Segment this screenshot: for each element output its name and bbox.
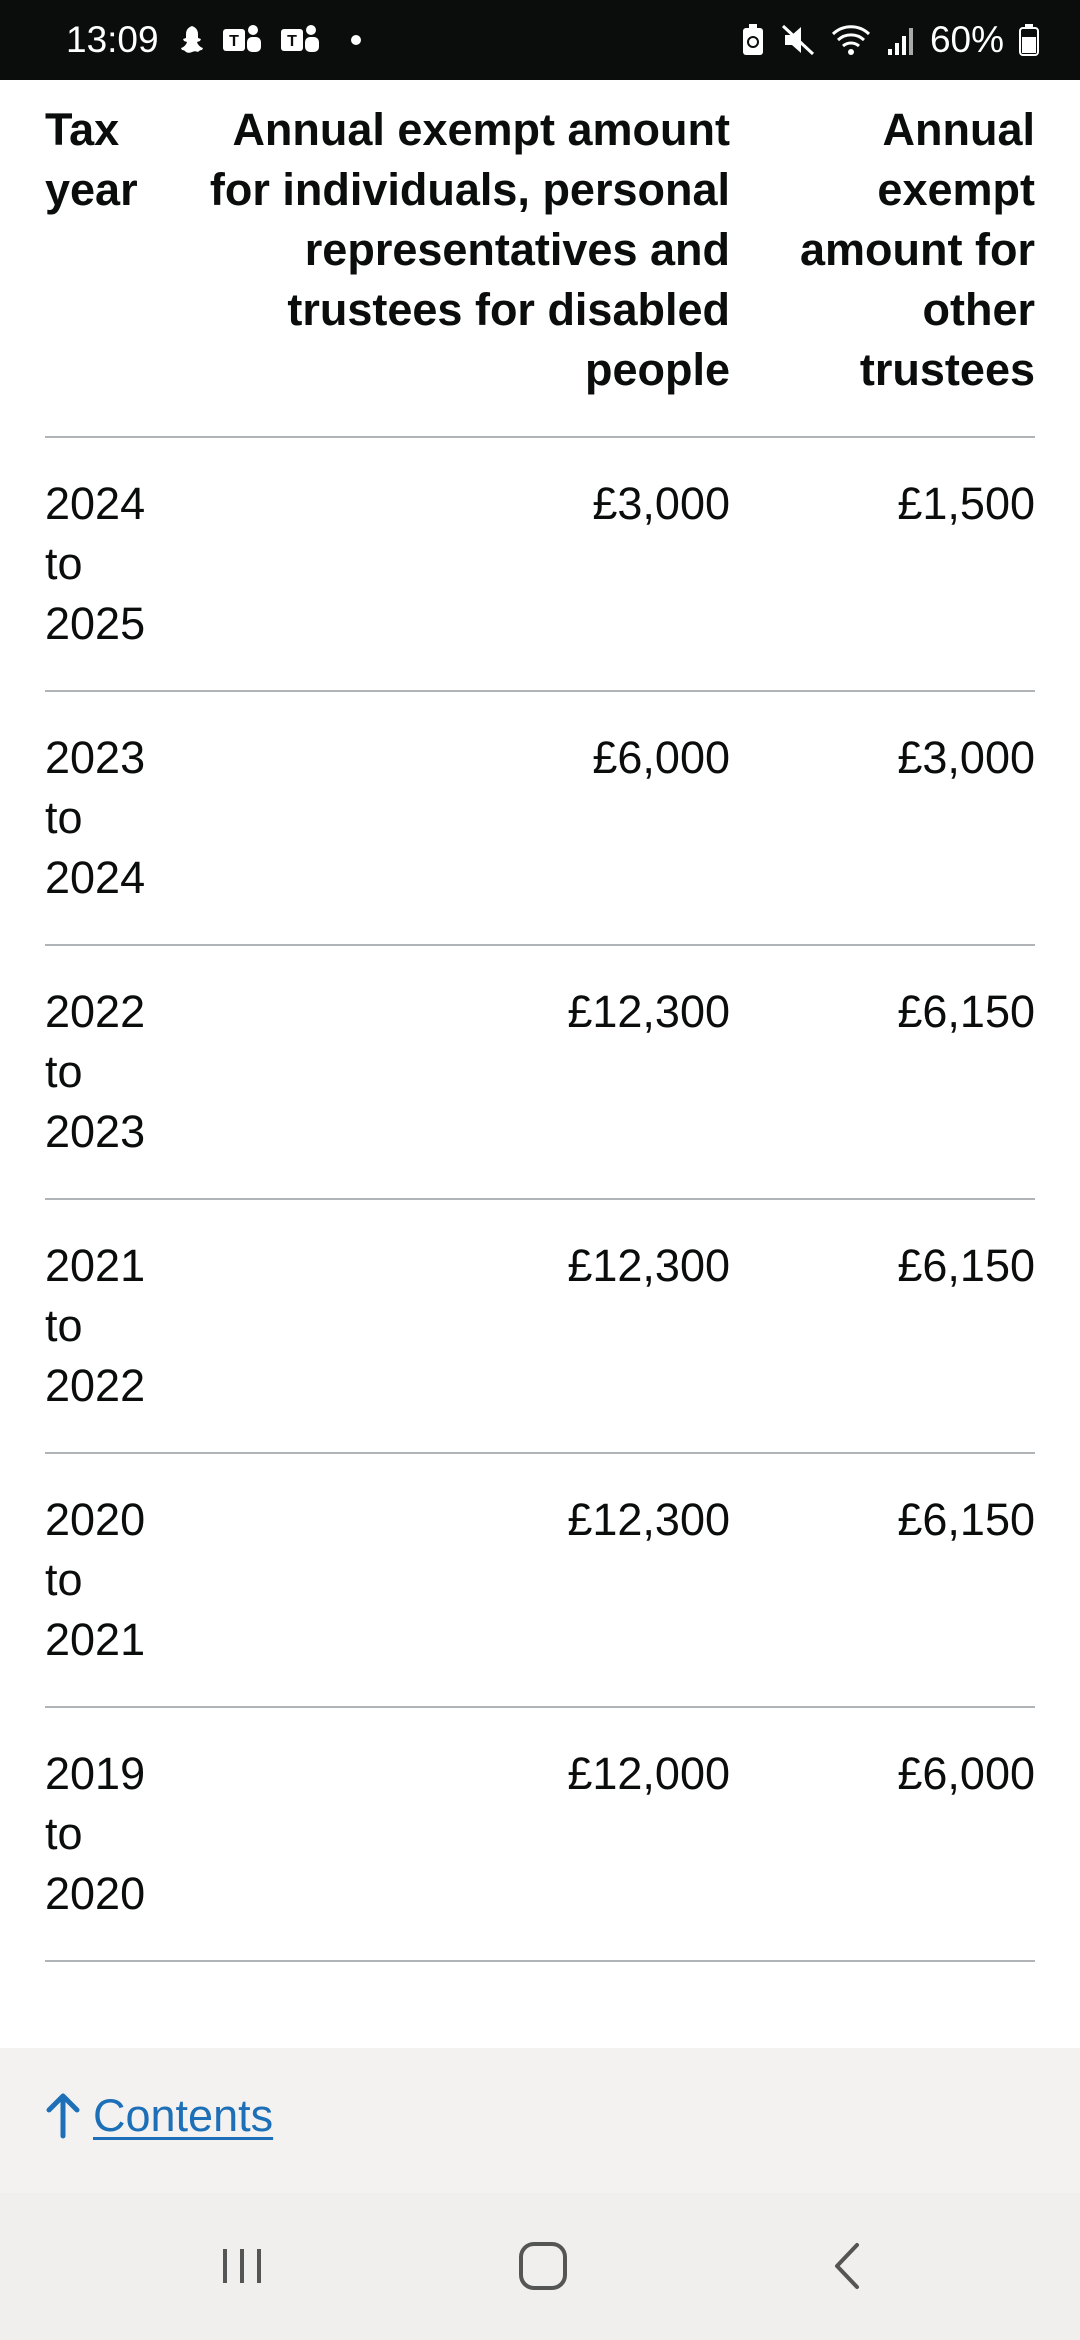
- cell-individuals: £12,300: [195, 1199, 730, 1454]
- signal-icon: [886, 23, 916, 57]
- status-bar: 13:09 T T 60%: [0, 0, 1080, 80]
- cell-individuals: £6,000: [195, 691, 730, 946]
- status-time: 13:09: [66, 19, 159, 60]
- contents-link-label: Contents: [93, 2090, 274, 2141]
- cell-individuals: £12,000: [195, 1707, 730, 1962]
- cell-other-trustees: £1,500: [730, 437, 1035, 692]
- cell-tax-year: 2020 to 2021: [45, 1453, 195, 1708]
- notification-dot: [350, 35, 361, 45]
- battery-icon: [1018, 23, 1040, 57]
- back-icon: [827, 2239, 867, 2298]
- table-row: 2023 to 2024 £6,000 £3,000: [45, 691, 1035, 946]
- cell-other-trustees: £6,150: [730, 1453, 1035, 1708]
- cell-other-trustees: £6,000: [730, 1707, 1035, 1962]
- cell-tax-year: 2022 to 2023: [45, 945, 195, 1200]
- status-left: 13:09 T T: [66, 19, 361, 61]
- table-row: 2024 to 2025 £3,000 £1,500: [45, 437, 1035, 692]
- capital-gains-exempt-table: Tax year Annual exempt amount for indivi…: [45, 100, 1035, 1962]
- svg-text:T: T: [287, 33, 297, 50]
- arrow-up-icon: [45, 2092, 81, 2140]
- header-individuals: Annual exempt amount for individuals, pe…: [195, 100, 730, 438]
- table-header: Tax year Annual exempt amount for indivi…: [45, 100, 1035, 438]
- svg-text:T: T: [229, 33, 239, 50]
- wifi-icon: [830, 23, 872, 57]
- home-button[interactable]: [503, 2233, 583, 2303]
- cell-tax-year: 2021 to 2022: [45, 1199, 195, 1454]
- table-body: 2024 to 2025 £3,000 £1,500 2023 to 2024 …: [45, 437, 1035, 1962]
- teams-icon: T: [279, 23, 323, 57]
- contents-link[interactable]: Contents: [45, 2090, 273, 2142]
- snapchat-icon: [173, 23, 207, 57]
- main-content: Tax year Annual exempt amount for indivi…: [0, 80, 1080, 2048]
- table-row: 2021 to 2022 £12,300 £6,150: [45, 1199, 1035, 1454]
- table-row: 2019 to 2020 £12,000 £6,000: [45, 1707, 1035, 1962]
- back-button[interactable]: [807, 2233, 887, 2303]
- cell-tax-year: 2024 to 2025: [45, 437, 195, 692]
- home-icon: [516, 2239, 570, 2298]
- cell-other-trustees: £3,000: [730, 691, 1035, 946]
- header-tax-year: Tax year: [45, 100, 195, 438]
- mute-icon: [780, 23, 816, 57]
- screen: 13:09 T T 60% Tax year Annual exempt amo…: [0, 0, 1080, 2340]
- cell-tax-year: 2023 to 2024: [45, 691, 195, 946]
- cell-individuals: £3,000: [195, 437, 730, 692]
- battery-percent: 60%: [929, 19, 1004, 60]
- cell-other-trustees: £6,150: [730, 945, 1035, 1200]
- cell-individuals: £12,300: [195, 945, 730, 1200]
- navigation-bar: [0, 2193, 1080, 2340]
- contents-bar: Contents: [0, 2048, 1080, 2193]
- table-header-row: Tax year Annual exempt amount for indivi…: [45, 100, 1035, 438]
- cell-other-trustees: £6,150: [730, 1199, 1035, 1454]
- table-row: 2022 to 2023 £12,300 £6,150: [45, 945, 1035, 1200]
- recent-apps-icon: [217, 2241, 267, 2296]
- table-row: 2020 to 2021 £12,300 £6,150: [45, 1453, 1035, 1708]
- battery-saver-icon: [740, 23, 766, 57]
- cell-individuals: £12,300: [195, 1453, 730, 1708]
- recent-apps-button[interactable]: [202, 2233, 282, 2303]
- teams-icon: T: [221, 23, 265, 57]
- header-other-trustees: Annual exempt amount for other trustees: [730, 100, 1035, 438]
- status-right: 60%: [740, 19, 1040, 61]
- cell-tax-year: 2019 to 2020: [45, 1707, 195, 1962]
